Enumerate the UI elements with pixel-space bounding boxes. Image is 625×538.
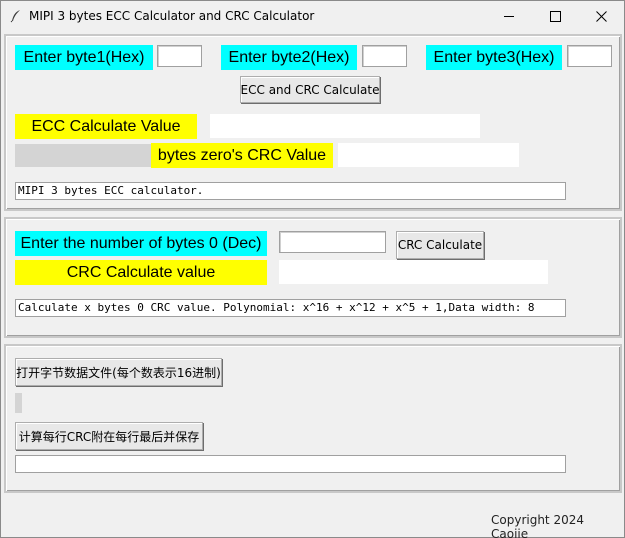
num-bytes-label: Enter the number of bytes 0 (Dec) — [15, 231, 267, 256]
file-status-field[interactable] — [15, 455, 566, 473]
open-file-button[interactable]: 打开字节数据文件(每个数表示16进制) — [15, 358, 222, 386]
maximize-icon[interactable] — [532, 1, 578, 31]
copyright-text: Copyright 2024 Caojie — [491, 513, 584, 538]
ecc-status-field[interactable]: MIPI 3 bytes ECC calculator. — [15, 182, 566, 200]
ecc-value-output[interactable] — [210, 114, 480, 138]
byte3-input[interactable] — [567, 45, 612, 67]
crc-zero-output[interactable] — [338, 143, 519, 167]
window-title: MIPI 3 bytes ECC Calculator and CRC Calc… — [29, 9, 315, 23]
crc-value-label: CRC Calculate value — [15, 260, 267, 285]
crc-status-field[interactable]: Calculate x bytes 0 CRC value. Polynomia… — [15, 299, 566, 317]
crc-value-output[interactable] — [279, 260, 548, 284]
app-window: MIPI 3 bytes ECC Calculator and CRC Calc… — [0, 0, 625, 538]
byte2-label: Enter byte2(Hex) — [221, 45, 357, 70]
feather-icon — [9, 9, 23, 23]
ecc-value-label: ECC Calculate Value — [15, 114, 197, 139]
calc-save-button[interactable]: 计算每行CRC附在每行最后并保存 — [15, 422, 203, 450]
ecc-crc-calculate-button[interactable]: ECC and CRC Calculate — [240, 76, 380, 103]
num-bytes-input[interactable] — [279, 231, 386, 253]
crc-calculate-button[interactable]: CRC Calculate — [396, 231, 484, 259]
close-icon[interactable] — [578, 1, 624, 31]
bytes-count-display — [15, 144, 151, 167]
byte1-input[interactable] — [157, 45, 202, 67]
minimize-icon[interactable] — [486, 1, 532, 31]
byte3-label: Enter byte3(Hex) — [426, 45, 562, 70]
crc-zero-label: bytes zero's CRC Value — [151, 143, 333, 168]
title-bar: MIPI 3 bytes ECC Calculator and CRC Calc… — [1, 1, 624, 31]
byte1-label: Enter byte1(Hex) — [15, 45, 153, 70]
byte2-input[interactable] — [362, 45, 407, 67]
progress-bar — [15, 393, 22, 413]
